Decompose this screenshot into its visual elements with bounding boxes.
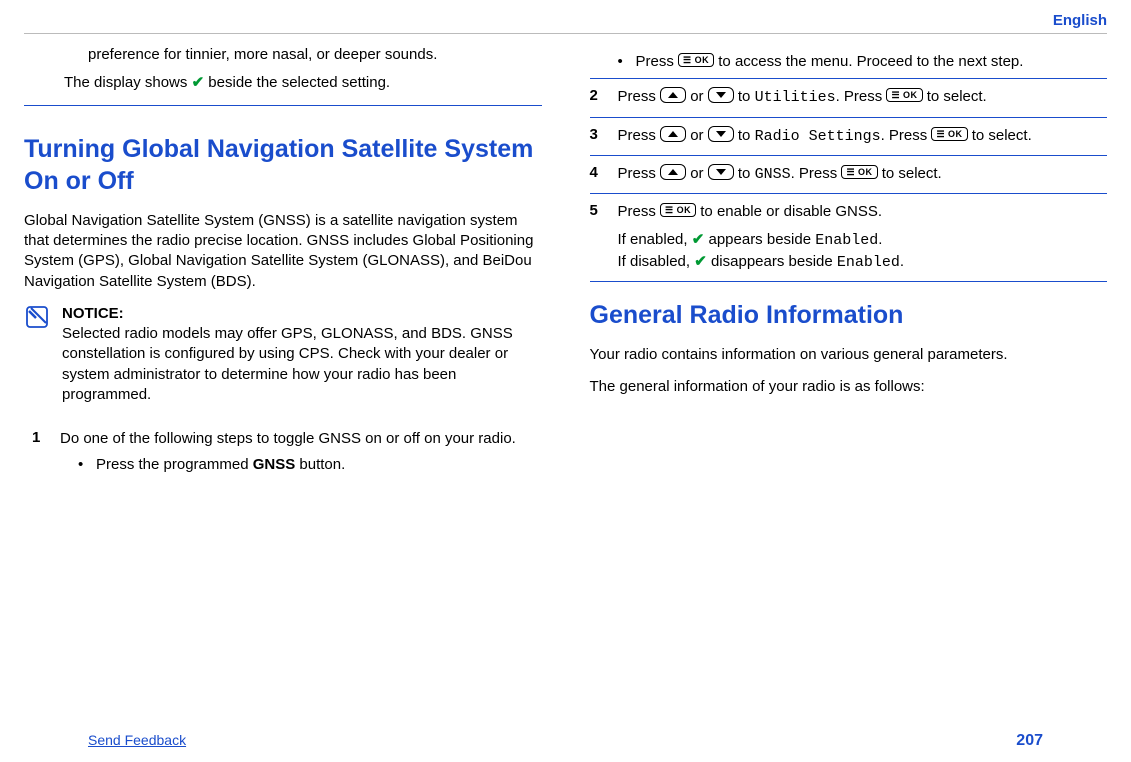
up-arrow-icon — [660, 126, 686, 142]
step-1-bullet: Press the programmed GNSS button. — [78, 455, 542, 475]
pref-continuation: preference for tinnier, more nasal, or d… — [88, 46, 542, 63]
gri-p1: Your radio contains information on vario… — [590, 345, 1108, 365]
s5r2c: Enabled — [837, 254, 900, 271]
s3-e: to select. — [972, 127, 1032, 144]
gri-p2: The general information of your radio is… — [590, 377, 1108, 397]
up-arrow-icon — [660, 87, 686, 103]
step-3: 3 Press or to Radio Settings. Press ☰ OK… — [590, 117, 1108, 155]
s4-b: or — [690, 165, 708, 182]
notice-icon — [24, 304, 50, 334]
ok-button-icon: ☰ OK — [886, 88, 922, 102]
display-shows-pre: The display shows — [64, 74, 192, 91]
s5r1c: Enabled — [815, 232, 878, 249]
step-1-text: Do one of the following steps to toggle … — [60, 430, 516, 447]
notice-text: Selected radio models may offer GPS, GLO… — [62, 325, 513, 403]
s4-code: GNSS — [755, 166, 791, 183]
ok-button-icon: ☰ OK — [678, 53, 714, 67]
ok-button-icon: ☰ OK — [841, 165, 877, 179]
down-arrow-icon — [708, 87, 734, 103]
notice-box: NOTICE: Selected radio models may offer … — [24, 304, 542, 405]
step-5-number: 5 — [590, 202, 604, 219]
ok-button-icon: ☰ OK — [931, 127, 967, 141]
footer: Send Feedback 207 — [24, 732, 1107, 750]
step-1-body: Do one of the following steps to toggle … — [60, 429, 542, 476]
step-1-bullet-pre: Press the programmed — [96, 456, 253, 473]
step-4-number: 4 — [590, 164, 604, 181]
s3-c: to — [738, 127, 755, 144]
send-feedback-link[interactable]: Send Feedback — [88, 732, 186, 748]
s3-a: Press — [618, 127, 661, 144]
s2-d: . Press — [836, 88, 887, 105]
s2-c: to — [738, 88, 755, 105]
header-language: English — [24, 12, 1107, 34]
s5r2d: . — [900, 253, 904, 270]
divider — [24, 105, 542, 106]
notice-body: NOTICE: Selected radio models may offer … — [62, 304, 542, 405]
s2-e: to select. — [927, 88, 987, 105]
gnss-intro: Global Navigation Satellite System (GNSS… — [24, 211, 542, 292]
s5r1a: If enabled, — [618, 231, 692, 248]
top-bullet-post: to access the menu. Proceed to the next … — [718, 53, 1023, 70]
top-bullet-wrap: Press ☰ OK to access the menu. Proceed t… — [618, 52, 1108, 72]
s5-a: Press — [618, 203, 661, 220]
left-column: preference for tinnier, more nasal, or d… — [24, 46, 542, 484]
top-bullet: Press ☰ OK to access the menu. Proceed t… — [618, 52, 1108, 72]
page-number: 207 — [1016, 732, 1043, 750]
step-1: 1 Do one of the following steps to toggl… — [32, 421, 542, 484]
check-icon: ✔ — [692, 231, 705, 248]
top-bullet-pre: Press — [636, 53, 679, 70]
check-icon: ✔ — [694, 253, 707, 270]
s3-d: . Press — [881, 127, 932, 144]
heading-general-radio: General Radio Information — [590, 300, 1108, 331]
step-1-bullet-post: button. — [295, 456, 345, 473]
heading-gnss: Turning Global Navigation Satellite Syst… — [24, 134, 542, 197]
s4-e: to select. — [882, 165, 942, 182]
step-2: 2 Press or to Utilities. Press ☰ OK to s… — [590, 78, 1108, 116]
step-3-body: Press or to Radio Settings. Press ☰ OK t… — [618, 126, 1108, 147]
s5r2a: If disabled, — [618, 253, 695, 270]
step-3-number: 3 — [590, 126, 604, 143]
step-4-body: Press or to GNSS. Press ☰ OK to select. — [618, 164, 1108, 185]
step-1-bullet-bold: GNSS — [253, 456, 296, 473]
display-shows-line: The display shows ✔ beside the selected … — [64, 73, 542, 93]
s5-b: to enable or disable GNSS. — [700, 203, 882, 220]
s3-code: Radio Settings — [755, 128, 881, 145]
s5r1b: appears beside — [704, 231, 815, 248]
s5r2b: disappears beside — [707, 253, 837, 270]
step-2-number: 2 — [590, 87, 604, 104]
step-2-body: Press or to Utilities. Press ☰ OK to sel… — [618, 87, 1108, 108]
s2-code: Utilities — [755, 89, 836, 106]
s4-a: Press — [618, 165, 661, 182]
s5r1d: . — [878, 231, 882, 248]
s2-a: Press — [618, 88, 661, 105]
notice-title: NOTICE: — [62, 304, 542, 324]
ok-button-icon: ☰ OK — [660, 203, 696, 217]
step-5-body: Press ☰ OK to enable or disable GNSS. If… — [618, 202, 1108, 273]
step-5-result: If enabled, ✔ appears beside Enabled. If… — [618, 230, 1108, 273]
step-5: 5 Press ☰ OK to enable or disable GNSS. … — [590, 193, 1108, 281]
down-arrow-icon — [708, 164, 734, 180]
check-icon: ✔ — [192, 74, 205, 91]
down-arrow-icon — [708, 126, 734, 142]
right-column: Press ☰ OK to access the menu. Proceed t… — [590, 46, 1108, 484]
s2-b: or — [690, 88, 708, 105]
step-1-number: 1 — [32, 429, 46, 446]
s3-b: or — [690, 127, 708, 144]
display-shows-post: beside the selected setting. — [204, 74, 390, 91]
up-arrow-icon — [660, 164, 686, 180]
s4-d: . Press — [791, 165, 842, 182]
step-4: 4 Press or to GNSS. Press ☰ OK to select… — [590, 155, 1108, 193]
content-area: preference for tinnier, more nasal, or d… — [24, 34, 1107, 484]
end-divider — [590, 281, 1108, 282]
s4-c: to — [738, 165, 755, 182]
